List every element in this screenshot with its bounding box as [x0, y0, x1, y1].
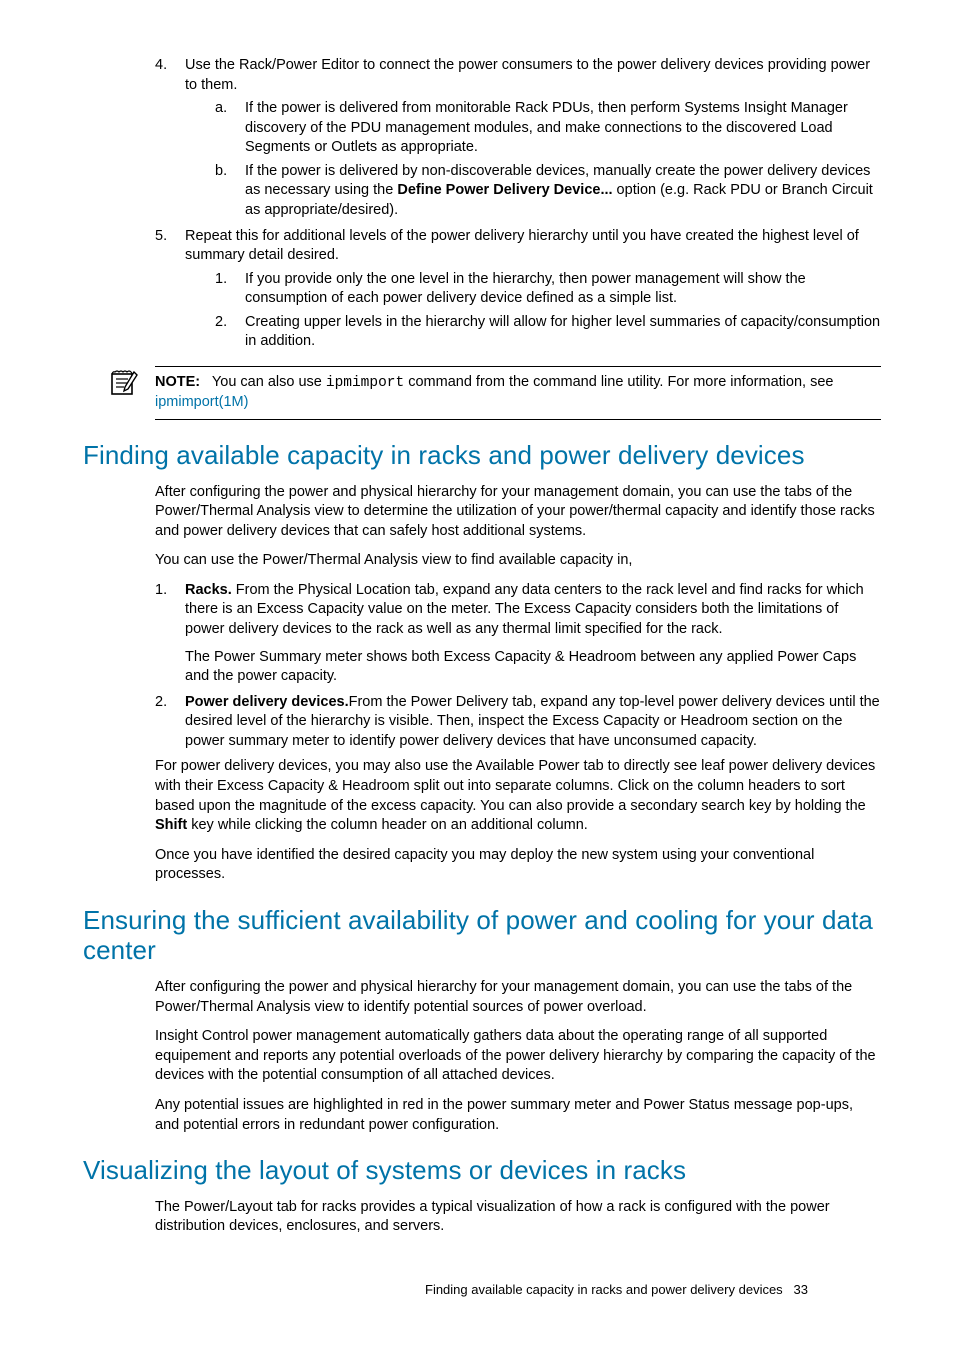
- paragraph: The Power Summary meter shows both Exces…: [185, 648, 881, 687]
- list-item-5: 5. Repeat this for additional levels of …: [155, 227, 881, 352]
- item-number: 2.: [155, 693, 167, 713]
- bold-term: Define Power Delivery Device...: [397, 182, 612, 198]
- footer-text: Finding available capacity in racks and …: [425, 1282, 783, 1297]
- item-text: Use the Rack/Power Editor to connect the…: [185, 57, 870, 93]
- list-item-5-1: 1. If you provide only the one level in …: [215, 270, 881, 309]
- note-label: NOTE:: [155, 374, 200, 390]
- note-divider-top: [155, 366, 881, 367]
- note-text-post: command from the command line utility. F…: [404, 374, 833, 390]
- note-content: NOTE: You can also use ipmimport command…: [155, 373, 881, 413]
- item-text: From the Physical Location tab, expand a…: [185, 582, 864, 637]
- capacity-list: 1. Racks. From the Physical Location tab…: [155, 581, 881, 752]
- note-divider-bottom: [155, 419, 881, 420]
- note-text-pre: You can also use: [200, 374, 326, 390]
- text-post: key while clicking the column header on …: [187, 817, 588, 833]
- item-number: 4.: [155, 56, 167, 76]
- list-item-4: 4. Use the Rack/Power Editor to connect …: [155, 56, 881, 221]
- item-text: If you provide only the one level in the…: [245, 271, 806, 307]
- list-item-power-delivery: 2. Power delivery devices.From the Power…: [155, 693, 881, 752]
- paragraph: For power delivery devices, you may also…: [155, 757, 881, 835]
- paragraph: Once you have identified the desired cap…: [155, 846, 881, 885]
- sub-list-numeric: 1. If you provide only the one level in …: [215, 270, 881, 352]
- note-block: NOTE: You can also use ipmimport command…: [155, 366, 881, 420]
- bold-term: Racks.: [185, 582, 232, 598]
- item-text: If the power is delivered from monitorab…: [245, 100, 848, 155]
- text-pre: For power delivery devices, you may also…: [155, 758, 875, 813]
- paragraph: Any potential issues are highlighted in …: [155, 1096, 881, 1135]
- list-item-4b: b. If the power is delivered by non-disc…: [215, 162, 881, 221]
- item-text: Creating upper levels in the hierarchy w…: [245, 314, 880, 350]
- paragraph: You can use the Power/Thermal Analysis v…: [155, 551, 881, 571]
- heading-ensuring-availability: Ensuring the sufficient availability of …: [83, 905, 881, 966]
- item-number: 1.: [155, 581, 167, 601]
- note-icon: [109, 369, 139, 404]
- heading-visualizing-layout: Visualizing the layout of systems or dev…: [83, 1155, 881, 1186]
- list-item-racks: 1. Racks. From the Physical Location tab…: [155, 581, 881, 687]
- paragraph: Insight Control power management automat…: [155, 1027, 881, 1086]
- list-item-5-2: 2. Creating upper levels in the hierarch…: [215, 313, 881, 352]
- page-number: 33: [794, 1282, 808, 1297]
- heading-finding-capacity: Finding available capacity in racks and …: [83, 440, 881, 471]
- code-text: ipmimport: [326, 375, 404, 391]
- item-number: 1.: [215, 270, 227, 290]
- item-text: Repeat this for additional levels of the…: [185, 228, 859, 264]
- paragraph: After configuring the power and physical…: [155, 483, 881, 542]
- item-letter: b.: [215, 162, 227, 182]
- bold-term: Shift: [155, 817, 187, 833]
- paragraph: After configuring the power and physical…: [155, 978, 881, 1017]
- item-letter: a.: [215, 99, 227, 119]
- item-number: 2.: [215, 313, 227, 333]
- note-link[interactable]: ipmimport(1M): [155, 394, 248, 410]
- item-number: 5.: [155, 227, 167, 247]
- sub-list-alpha: a. If the power is delivered from monito…: [215, 99, 881, 220]
- list-item-4a: a. If the power is delivered from monito…: [215, 99, 881, 158]
- page-footer: Finding available capacity in racks and …: [425, 1281, 808, 1299]
- procedure-list: 4. Use the Rack/Power Editor to connect …: [155, 56, 881, 352]
- bold-term: Power delivery devices.: [185, 694, 349, 710]
- paragraph: The Power/Layout tab for racks provides …: [155, 1198, 881, 1237]
